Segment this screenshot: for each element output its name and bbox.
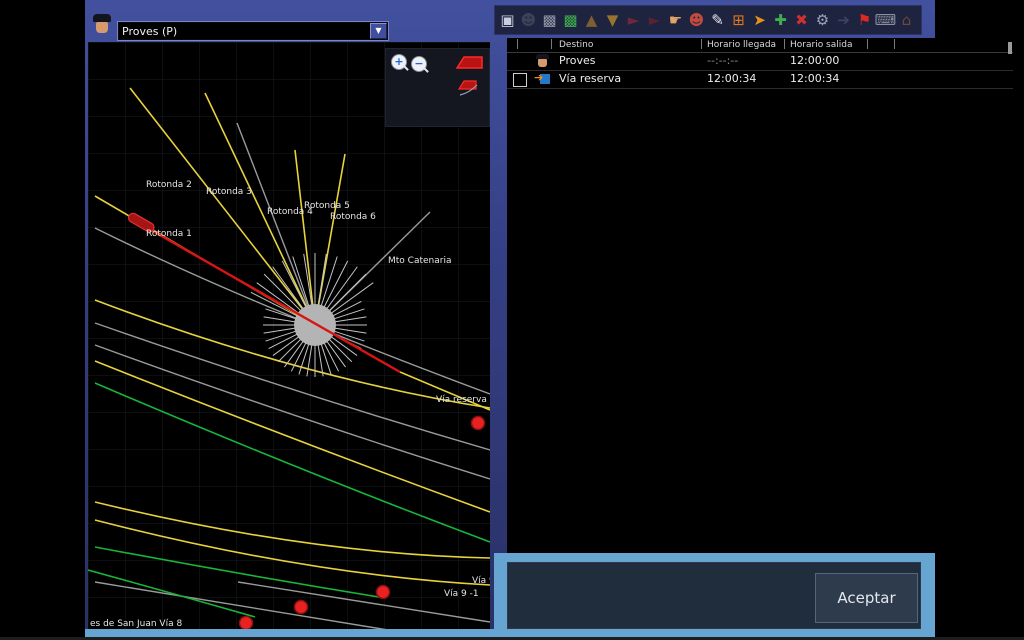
map-label: Vía reserva [436,395,487,405]
users-icon: ☻ [689,13,705,28]
map-grid [88,42,490,630]
cell-salida: 12:00:00 [790,54,839,67]
conductor-avatar-icon [92,14,112,40]
map-label: Rotonda 1 [146,229,192,239]
expand-icon: ⊞ [732,13,745,28]
grid-small-button[interactable]: ▩ [539,8,560,32]
edit-button[interactable]: ✎ [707,8,728,32]
zoom-out-icon[interactable]: − [411,56,427,72]
edit-icon: ✎ [711,13,724,28]
users-button[interactable]: ☻ [686,8,707,32]
map-label: Vía 9 [472,576,490,586]
footer-frame: Aceptar [494,553,935,637]
table-header: Destino Horario llegada Horario salida [507,38,1013,53]
hand-button[interactable]: ☛ [665,8,686,32]
step-forward-button[interactable]: ► [623,8,644,32]
conductor-icon [535,54,549,69]
settings-box-button[interactable]: ⚙ [812,8,833,32]
row-checkbox[interactable] [513,73,527,87]
move-down-icon: ▼ [607,13,619,28]
step-last-icon: ► [649,13,661,28]
add-route-button[interactable]: ➤ [749,8,770,32]
map-label: Rotonda 3 [206,187,252,197]
route-shape-icon[interactable] [455,54,485,72]
chevron-down-icon[interactable]: ▼ [370,23,387,39]
train-dot[interactable] [240,617,253,630]
hand-icon: ☛ [669,13,682,28]
toolbar-icons: ▣ ☻ ▩ ▩ ▲ ▼ ► ► ☛ ☻ ✎ ⊞ ➤ ✚ ✖ ⚙ ➔ ⚑ ⌨ ⌂ [494,5,922,35]
flag-icon: ⚑ [858,13,871,28]
console-icon: ⌨ [875,13,897,28]
turntable-center [294,304,336,346]
schedule-table: Destino Horario llegada Horario salida P… [507,38,1013,553]
save-icon: ▣ [500,13,514,28]
track-map[interactable]: Rotonda 2Rotonda 3Rotonda 4Rotonda 5Roto… [88,42,490,630]
step-forward-icon: ► [628,13,640,28]
accept-button[interactable]: Aceptar [815,573,918,623]
train-dot[interactable] [377,586,390,599]
depot-icon: ⌂ [902,13,912,28]
add-route-icon: ➤ [753,13,766,28]
map-label: es de San Juan Vía 8 [90,619,182,629]
move-up-icon: ▲ [586,13,598,28]
train-dot[interactable] [472,417,485,430]
footer-panel: Aceptar [507,562,921,629]
track-map-svg: Rotonda 2Rotonda 3Rotonda 4Rotonda 5Roto… [88,42,490,630]
user-button[interactable]: ☻ [518,8,539,32]
save-button[interactable]: ▣ [497,8,518,32]
map-label: Vía 9 -1 [444,589,479,599]
map-controls-panel: + − [385,48,490,127]
step-last-button[interactable]: ► [644,8,665,32]
map-label: Mto Catenaria [388,256,451,266]
map-label: Rotonda 2 [146,180,192,190]
table-row[interactable]: ➔ Vía reserva 12:00:34 12:00:34 [507,71,1013,89]
add-step-icon: ✚ [774,13,787,28]
route-shape-small-icon[interactable] [457,77,481,99]
map-label: Rotonda 5 [304,201,350,211]
cell-llegada: 12:00:34 [707,72,756,85]
expand-button[interactable]: ⊞ [728,8,749,32]
train-dot[interactable] [295,601,308,614]
map-label: Rotonda 6 [330,212,376,222]
grid-large-icon: ▩ [563,13,577,28]
cell-salida: 12:00:34 [790,72,839,85]
table-row[interactable]: Proves --:--:-- 12:00:00 [507,53,1013,71]
unlock-icon: ✖ [795,13,808,28]
assign-track-icon: ➔ [535,73,550,86]
grid-large-button[interactable]: ▩ [560,8,581,32]
user-icon: ☻ [521,13,537,28]
dropdown-selected-value: Proves (P) [119,24,370,39]
cell-destino: Proves [559,54,595,67]
cell-destino: Vía reserva [559,72,621,85]
app-window: Proves (P) ▼ [85,0,935,637]
import-button[interactable]: ➔ [833,8,854,32]
settings-box-icon: ⚙ [816,13,829,28]
column-destino[interactable]: Destino [559,40,593,50]
depot-button[interactable]: ⌂ [896,8,917,32]
zoom-in-icon[interactable]: + [391,54,407,70]
import-icon: ➔ [837,13,850,28]
column-horario-salida[interactable]: Horario salida [790,40,853,50]
add-step-button[interactable]: ✚ [770,8,791,32]
grid-small-icon: ▩ [542,13,556,28]
unlock-button[interactable]: ✖ [791,8,812,32]
cell-llegada: --:--:-- [707,54,738,67]
train-select-dropdown[interactable]: Proves (P) ▼ [118,22,388,40]
flag-button[interactable]: ⚑ [854,8,875,32]
move-down-button[interactable]: ▼ [602,8,623,32]
move-up-button[interactable]: ▲ [581,8,602,32]
console-button[interactable]: ⌨ [875,8,896,32]
column-horario-llegada[interactable]: Horario llegada [707,40,776,50]
